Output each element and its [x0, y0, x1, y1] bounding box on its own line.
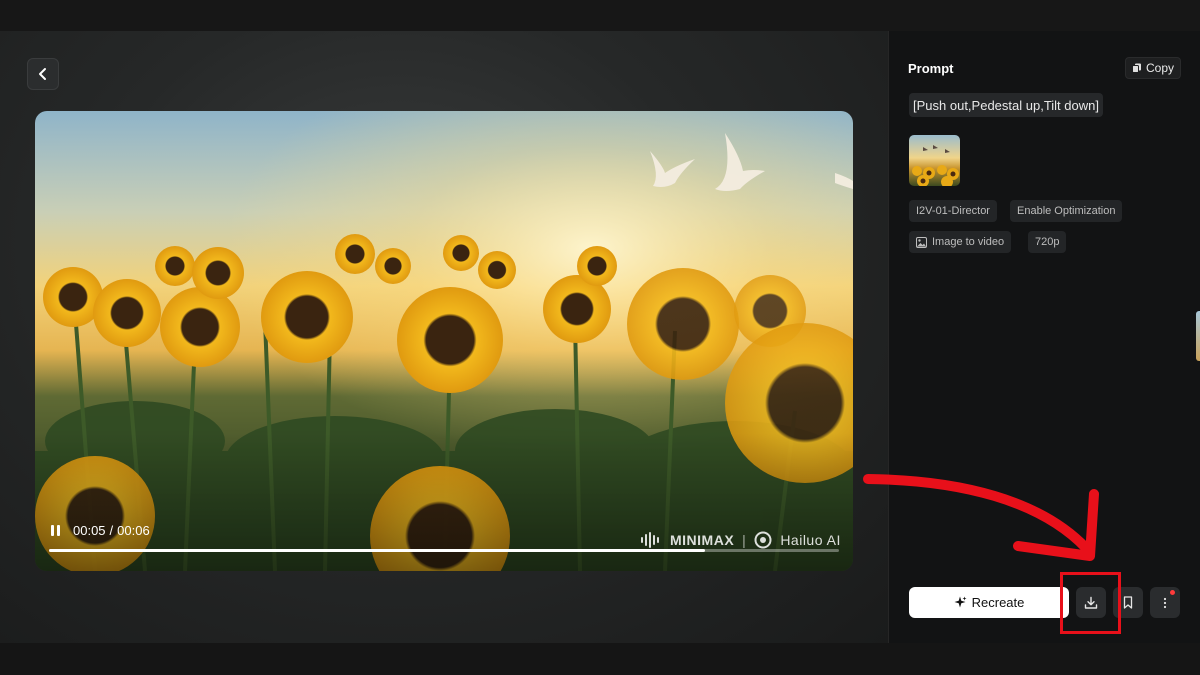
more-vertical-icon [1163, 597, 1167, 608]
back-button[interactable] [27, 58, 59, 90]
video-frame [35, 111, 853, 571]
copy-label: Copy [1146, 61, 1175, 75]
pause-icon[interactable] [51, 524, 63, 537]
copy-button[interactable]: Copy [1125, 57, 1182, 79]
copy-icon [1132, 63, 1141, 73]
watermark-divider: | [742, 532, 747, 548]
model-tag-label: I2V-01-Director [916, 205, 990, 217]
annotation-highlight-box [1060, 572, 1121, 634]
prompt-text: [Push out,Pedestal up,Tilt down] [909, 93, 1103, 117]
progress-fill [49, 549, 705, 552]
time-duration: 00:06 [117, 523, 150, 538]
time-current: 00:05 [73, 523, 106, 538]
image-icon [916, 236, 927, 248]
recreate-button[interactable]: Recreate [909, 587, 1069, 618]
sparkle-icon [954, 596, 967, 608]
bottom-bar [0, 643, 1200, 675]
recreate-label: Recreate [971, 595, 1025, 610]
next-item-thumbnail-edge[interactable] [1196, 311, 1200, 361]
chevron-left-icon [39, 68, 46, 80]
more-options-button[interactable] [1150, 587, 1180, 618]
model-tag: I2V-01-Director [909, 200, 997, 222]
notification-dot [1170, 590, 1175, 595]
source-image [909, 135, 960, 186]
panel-title: Prompt [908, 61, 954, 76]
watermark-hailuo: Hailuo AI [780, 532, 841, 548]
top-bar [0, 0, 1200, 31]
details-panel: Prompt Copy [Push out,Pedestal up,Tilt d… [889, 31, 1200, 643]
resolution-tag: 720p [1028, 231, 1067, 253]
optimization-tag: Enable Optimization [1010, 200, 1123, 222]
bookmark-icon [1123, 596, 1133, 609]
source-image-thumbnail[interactable] [909, 135, 960, 186]
optimization-tag-label: Enable Optimization [1017, 205, 1116, 217]
waveform-icon [641, 532, 659, 548]
hailuo-logo-icon [754, 531, 772, 549]
video-player[interactable]: 00:05 / 00:06 MINIMAX | Hailuo AI [35, 111, 853, 571]
generation-type-tag: Image to video [909, 231, 1012, 253]
generation-type-label: Image to video [932, 236, 1005, 248]
resolution-tag-label: 720p [1035, 236, 1060, 248]
playback-controls: 00:05 / 00:06 [51, 523, 150, 538]
progress-bar[interactable] [49, 549, 839, 552]
video-stage: 00:05 / 00:06 MINIMAX | Hailuo AI [0, 31, 888, 643]
page: 00:05 / 00:06 MINIMAX | Hailuo AI Prompt… [0, 0, 1200, 675]
watermark: MINIMAX | Hailuo AI [640, 531, 841, 549]
time-separator: / [109, 523, 114, 538]
watermark-minimax: MINIMAX [670, 532, 735, 548]
